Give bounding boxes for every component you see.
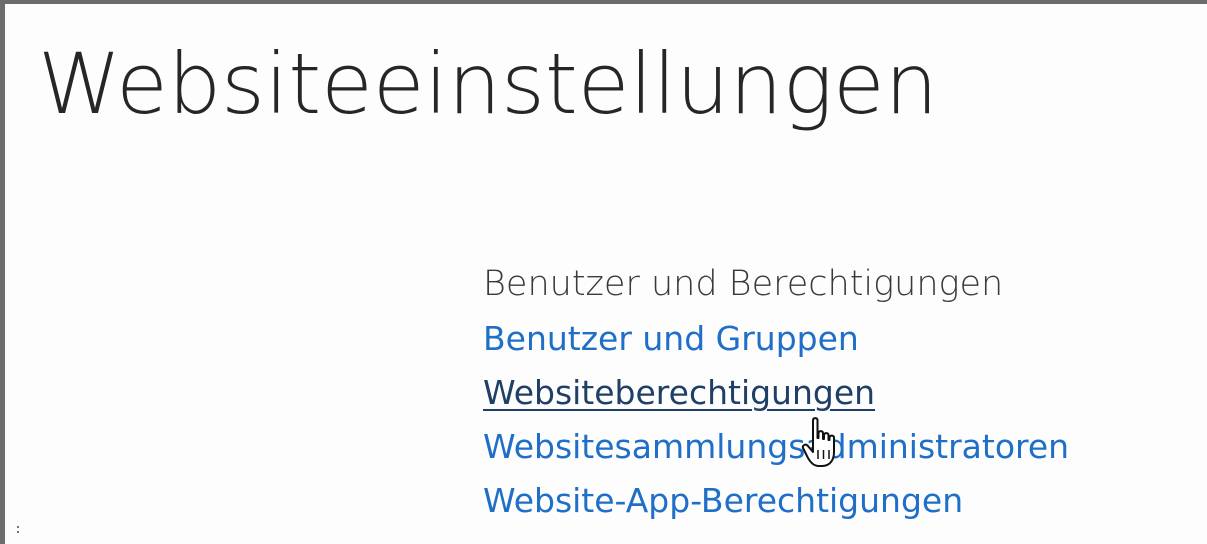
- list-item: Benutzer und Gruppen: [483, 312, 1069, 366]
- hand-pointer-icon: [801, 417, 835, 467]
- section-link-list: Benutzer und Gruppen Websiteberechtigung…: [483, 312, 1069, 528]
- list-item: Website-App-Berechtigungen: [483, 474, 1069, 528]
- page-title: Websiteeinstellungen: [38, 35, 938, 133]
- list-item: Websiteberechtigungen: [483, 366, 1069, 420]
- site-permissions-link[interactable]: Websiteberechtigungen: [483, 373, 875, 412]
- resize-dots: [17, 526, 20, 536]
- site-app-permissions-link[interactable]: Website-App-Berechtigungen: [483, 481, 963, 520]
- users-permissions-section: Benutzer und Berechtigungen Benutzer und…: [483, 256, 1069, 528]
- site-collection-administrators-link[interactable]: Websitesammlungsadministratoren: [483, 427, 1069, 466]
- users-and-groups-link[interactable]: Benutzer und Gruppen: [483, 319, 859, 358]
- settings-page-frame: Websiteeinstellungen Benutzer und Berech…: [0, 0, 1207, 544]
- list-item: Websitesammlungsadministratoren: [483, 420, 1069, 474]
- section-heading: Benutzer und Berechtigungen: [483, 264, 1004, 304]
